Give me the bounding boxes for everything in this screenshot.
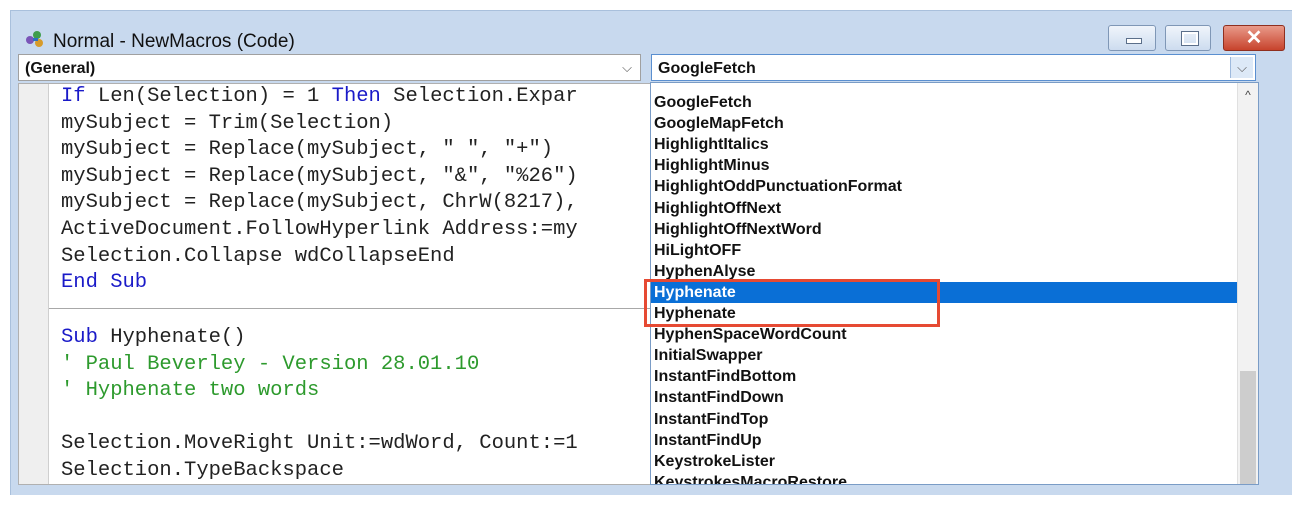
- code-line[interactable]: mySubject = Replace(mySubject, " ", "+"): [61, 138, 553, 161]
- margin-indicator-bar: [19, 84, 49, 484]
- dropdown-item[interactable]: HiLightOFF: [651, 240, 1241, 261]
- procedure-combo-value: GoogleFetch: [658, 60, 756, 77]
- code-line[interactable]: ' Paul Beverley - Version 28.01.10: [61, 353, 479, 376]
- title-bar[interactable]: Normal - NewMacros (Code) ✕: [11, 11, 1292, 59]
- code-keyword: End Sub: [61, 271, 148, 295]
- code-line[interactable]: If Len(Selection) = 1 Then Selection.Exp…: [61, 85, 578, 108]
- code-line[interactable]: Selection.Collapse wdCollapseEnd: [61, 245, 455, 268]
- code-text: Len(Selection) = 1: [85, 85, 332, 108]
- object-combo-value: (General): [25, 60, 96, 77]
- minimize-button[interactable]: [1108, 25, 1156, 51]
- code-text: mySubject = Replace(mySubject, "&", "%26…: [61, 164, 578, 188]
- minimize-icon: [1126, 38, 1142, 44]
- code-line[interactable]: mySubject = Trim(Selection): [61, 112, 393, 135]
- dropdown-item[interactable]: InitialSwapper: [651, 345, 1241, 366]
- code-line[interactable]: mySubject = Replace(mySubject, ChrW(8217…: [61, 191, 578, 214]
- code-text: Selection.MoveRight Unit:=wdWord, Count:…: [61, 432, 578, 456]
- close-icon: ✕: [1245, 27, 1263, 49]
- code-line[interactable]: ActiveDocument.FollowHyperlink Address:=…: [61, 218, 578, 241]
- code-text: ActiveDocument.FollowHyperlink Address:=…: [61, 218, 578, 241]
- dropdown-scrollbar[interactable]: ^: [1237, 83, 1258, 484]
- code-text: mySubject = Replace(mySubject, " ", "+"): [61, 138, 554, 162]
- code-text: Hyphenate(): [97, 326, 246, 349]
- code-keyword: If: [61, 85, 86, 108]
- dropdown-item[interactable]: HighlightOffNextWord: [651, 219, 1241, 240]
- code-keyword: Sub: [61, 326, 98, 349]
- maximize-icon: [1181, 31, 1199, 46]
- code-line[interactable]: ' Hyphenate two words: [61, 379, 319, 402]
- dropdown-item[interactable]: GoogleMapFetch: [651, 113, 1241, 134]
- code-line[interactable]: Sub Hyphenate(): [61, 326, 246, 349]
- code-line[interactable]: Selection.MoveRight Unit:=wdWord, Count:…: [61, 432, 578, 455]
- annotation-highlight-box: [644, 279, 940, 327]
- dropdown-item[interactable]: HighlightOddPunctuationFormat: [651, 176, 1241, 197]
- code-text: mySubject = Replace(mySubject, ChrW(8217…: [61, 191, 578, 215]
- object-combo[interactable]: (General) ⌵: [18, 54, 641, 81]
- code-editor[interactable]: If Len(Selection) = 1 Then Selection.Exp…: [18, 83, 652, 485]
- dropdown-item[interactable]: InstantFindUp: [651, 430, 1241, 451]
- vba-project-icon: [26, 31, 43, 47]
- code-keyword: Then: [331, 85, 381, 108]
- dropdown-item[interactable]: InstantFindBottom: [651, 366, 1241, 387]
- code-line[interactable]: End Sub: [61, 271, 147, 294]
- dropdown-item[interactable]: HighlightOffNext: [651, 198, 1241, 219]
- code-comment: ' Paul Beverley - Version 28.01.10: [61, 352, 480, 376]
- scroll-up-icon[interactable]: ^: [1238, 83, 1258, 105]
- close-button[interactable]: ✕: [1223, 25, 1285, 51]
- window-title: Normal - NewMacros (Code): [53, 31, 295, 52]
- maximize-button[interactable]: [1165, 25, 1211, 51]
- scroll-thumb[interactable]: [1240, 371, 1256, 484]
- code-line[interactable]: Selection.TypeBackspace: [61, 459, 344, 482]
- dropdown-item[interactable]: HighlightMinus: [651, 155, 1241, 176]
- code-text: Selection.Expar: [380, 85, 578, 108]
- procedure-combo[interactable]: GoogleFetch ⌵: [651, 54, 1256, 81]
- chevron-down-icon[interactable]: ⌵: [1230, 57, 1253, 78]
- procedure-separator: [49, 308, 651, 309]
- code-text: Selection.TypeBackspace: [61, 459, 344, 482]
- chevron-down-icon[interactable]: ⌵: [616, 57, 638, 78]
- dropdown-item[interactable]: GoogleFetch: [651, 92, 1241, 113]
- code-window: Normal - NewMacros (Code) ✕ (General) ⌵ …: [10, 10, 1292, 495]
- code-text: Selection.Collapse wdCollapseEnd: [61, 244, 455, 268]
- code-text: mySubject = Trim(Selection): [61, 111, 394, 135]
- code-comment: ' Hyphenate two words: [61, 379, 320, 403]
- code-line[interactable]: mySubject = Replace(mySubject, "&", "%26…: [61, 165, 578, 188]
- dropdown-item[interactable]: KeystrokesMacroRestore: [651, 472, 1241, 484]
- dropdown-item[interactable]: HighlightItalics: [651, 134, 1241, 155]
- dropdown-item[interactable]: InstantFindTop: [651, 409, 1241, 430]
- dropdown-item[interactable]: InstantFindDown: [651, 387, 1241, 408]
- dropdown-item[interactable]: KeystrokeLister: [651, 451, 1241, 472]
- dropdown-item[interactable]: HyphenSpaceWordCount: [651, 324, 1241, 345]
